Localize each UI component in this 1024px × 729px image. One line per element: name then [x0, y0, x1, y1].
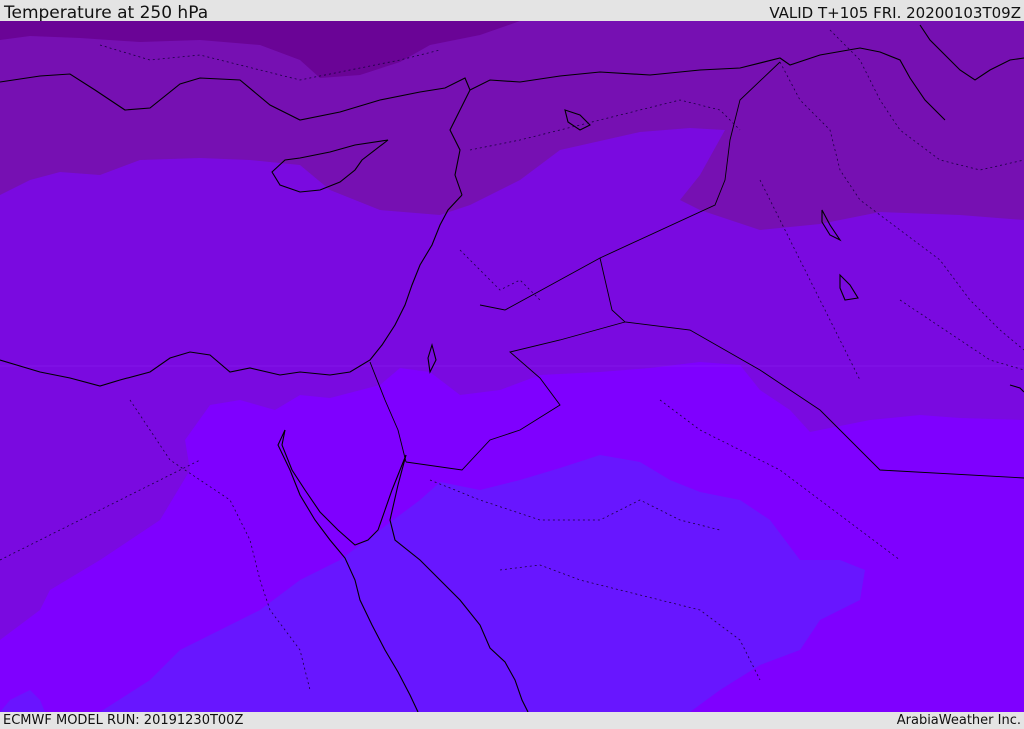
temperature-map[interactable]	[0, 21, 1024, 712]
credit-label: ArabiaWeather Inc.	[896, 713, 1021, 728]
header-bar: Temperature at 250 hPa VALID T+105 FRI. …	[0, 0, 1024, 23]
map-title: Temperature at 250 hPa	[4, 3, 209, 23]
model-run-label: ECMWF MODEL RUN: 20191230T00Z	[3, 713, 244, 728]
footer-bar: ECMWF MODEL RUN: 20191230T00Z ArabiaWeat…	[0, 712, 1024, 729]
valid-time: VALID T+105 FRI. 20200103T09Z	[769, 4, 1021, 22]
